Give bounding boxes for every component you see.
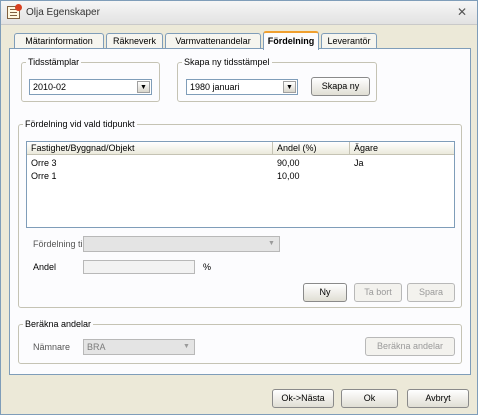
- ok-button[interactable]: Ok: [341, 389, 398, 408]
- tab-label: Mätarinformation: [25, 36, 93, 46]
- cell-object: Orre 3: [31, 158, 57, 168]
- tab-varmvattenandelar[interactable]: Varmvattenandelar: [165, 33, 261, 49]
- cell-object: Orre 1: [31, 171, 57, 181]
- table-row[interactable]: Orre 1 10,00: [27, 170, 454, 182]
- ta-bort-button: Ta bort: [354, 283, 402, 302]
- column-header-object[interactable]: Fastighet/Byggnad/Objekt: [27, 142, 273, 155]
- fordelning-till-label: Fördelning till: [33, 239, 87, 249]
- ny-button[interactable]: Ny: [303, 283, 347, 302]
- berakna-andelar-button: Beräkna andelar: [365, 337, 455, 356]
- ok-nasta-button[interactable]: Ok->Nästa: [272, 389, 334, 408]
- tab-leverantor[interactable]: Leverantör: [321, 33, 377, 49]
- column-header-owner[interactable]: Ägare: [350, 142, 456, 155]
- andel-label: Andel: [33, 262, 57, 272]
- tab-matarinformation[interactable]: Mätarinformation: [14, 33, 104, 49]
- tidsstamplar-value: 2010-02: [33, 82, 67, 92]
- properties-dialog: Olja Egenskaper ✕ Mätarinformation Räkne…: [0, 0, 478, 415]
- chevron-down-icon: ▼: [183, 343, 190, 350]
- cell-owner: Ja: [354, 158, 364, 168]
- chevron-down-icon[interactable]: ▼: [283, 81, 296, 93]
- tidsstamplar-select[interactable]: 2010-02 ▼: [29, 79, 152, 95]
- table-row[interactable]: Orre 3 90,00 Ja: [27, 157, 454, 169]
- fordelning-list[interactable]: Fastighet/Byggnad/Objekt Andel (%) Ägare…: [26, 141, 455, 228]
- tidsstamplar-legend: Tidsstämplar: [28, 57, 80, 67]
- avbryt-button[interactable]: Avbryt: [407, 389, 469, 408]
- berakna-legend: Beräkna andelar: [25, 319, 92, 329]
- skapa-month-value: 1980 januari: [190, 82, 240, 92]
- fordelning-legend: Fördelning vid vald tidpunkt: [25, 119, 135, 129]
- app-icon: [7, 4, 22, 19]
- chevron-down-icon: ▼: [268, 240, 275, 247]
- namnare-label: Nämnare: [33, 342, 71, 352]
- skapa-ny-button[interactable]: Skapa ny: [311, 77, 370, 96]
- tab-label: Fördelning: [267, 36, 315, 46]
- skapa-legend: Skapa ny tidsstämpel: [184, 57, 270, 67]
- namnare-value: BRA: [87, 342, 106, 352]
- percent-sign: %: [203, 262, 212, 272]
- cell-share: 90,00: [277, 158, 300, 168]
- window-title: Olja Egenskaper: [26, 7, 100, 18]
- andel-input: [83, 260, 195, 274]
- close-icon: ✕: [456, 5, 468, 19]
- tab-fordelning[interactable]: Fördelning: [263, 31, 319, 50]
- tab-rakneverk[interactable]: Räkneverk: [106, 33, 163, 49]
- chevron-down-icon[interactable]: ▼: [137, 81, 150, 93]
- close-button[interactable]: ✕: [455, 5, 469, 19]
- tab-label: Varmvattenandelar: [175, 36, 251, 46]
- title-bar[interactable]: Olja Egenskaper ✕: [1, 1, 477, 25]
- spara-button: Spara: [407, 283, 455, 302]
- column-header-share[interactable]: Andel (%): [273, 142, 350, 155]
- fordelning-till-select: ▼: [83, 236, 280, 252]
- list-header: Fastighet/Byggnad/Objekt Andel (%) Ägare: [27, 142, 454, 155]
- tab-label: Leverantör: [327, 36, 371, 46]
- skapa-month-select[interactable]: 1980 januari ▼: [186, 79, 298, 95]
- tab-label: Räkneverk: [112, 36, 157, 46]
- cell-share: 10,00: [277, 171, 300, 181]
- namnare-select: BRA ▼: [83, 339, 195, 355]
